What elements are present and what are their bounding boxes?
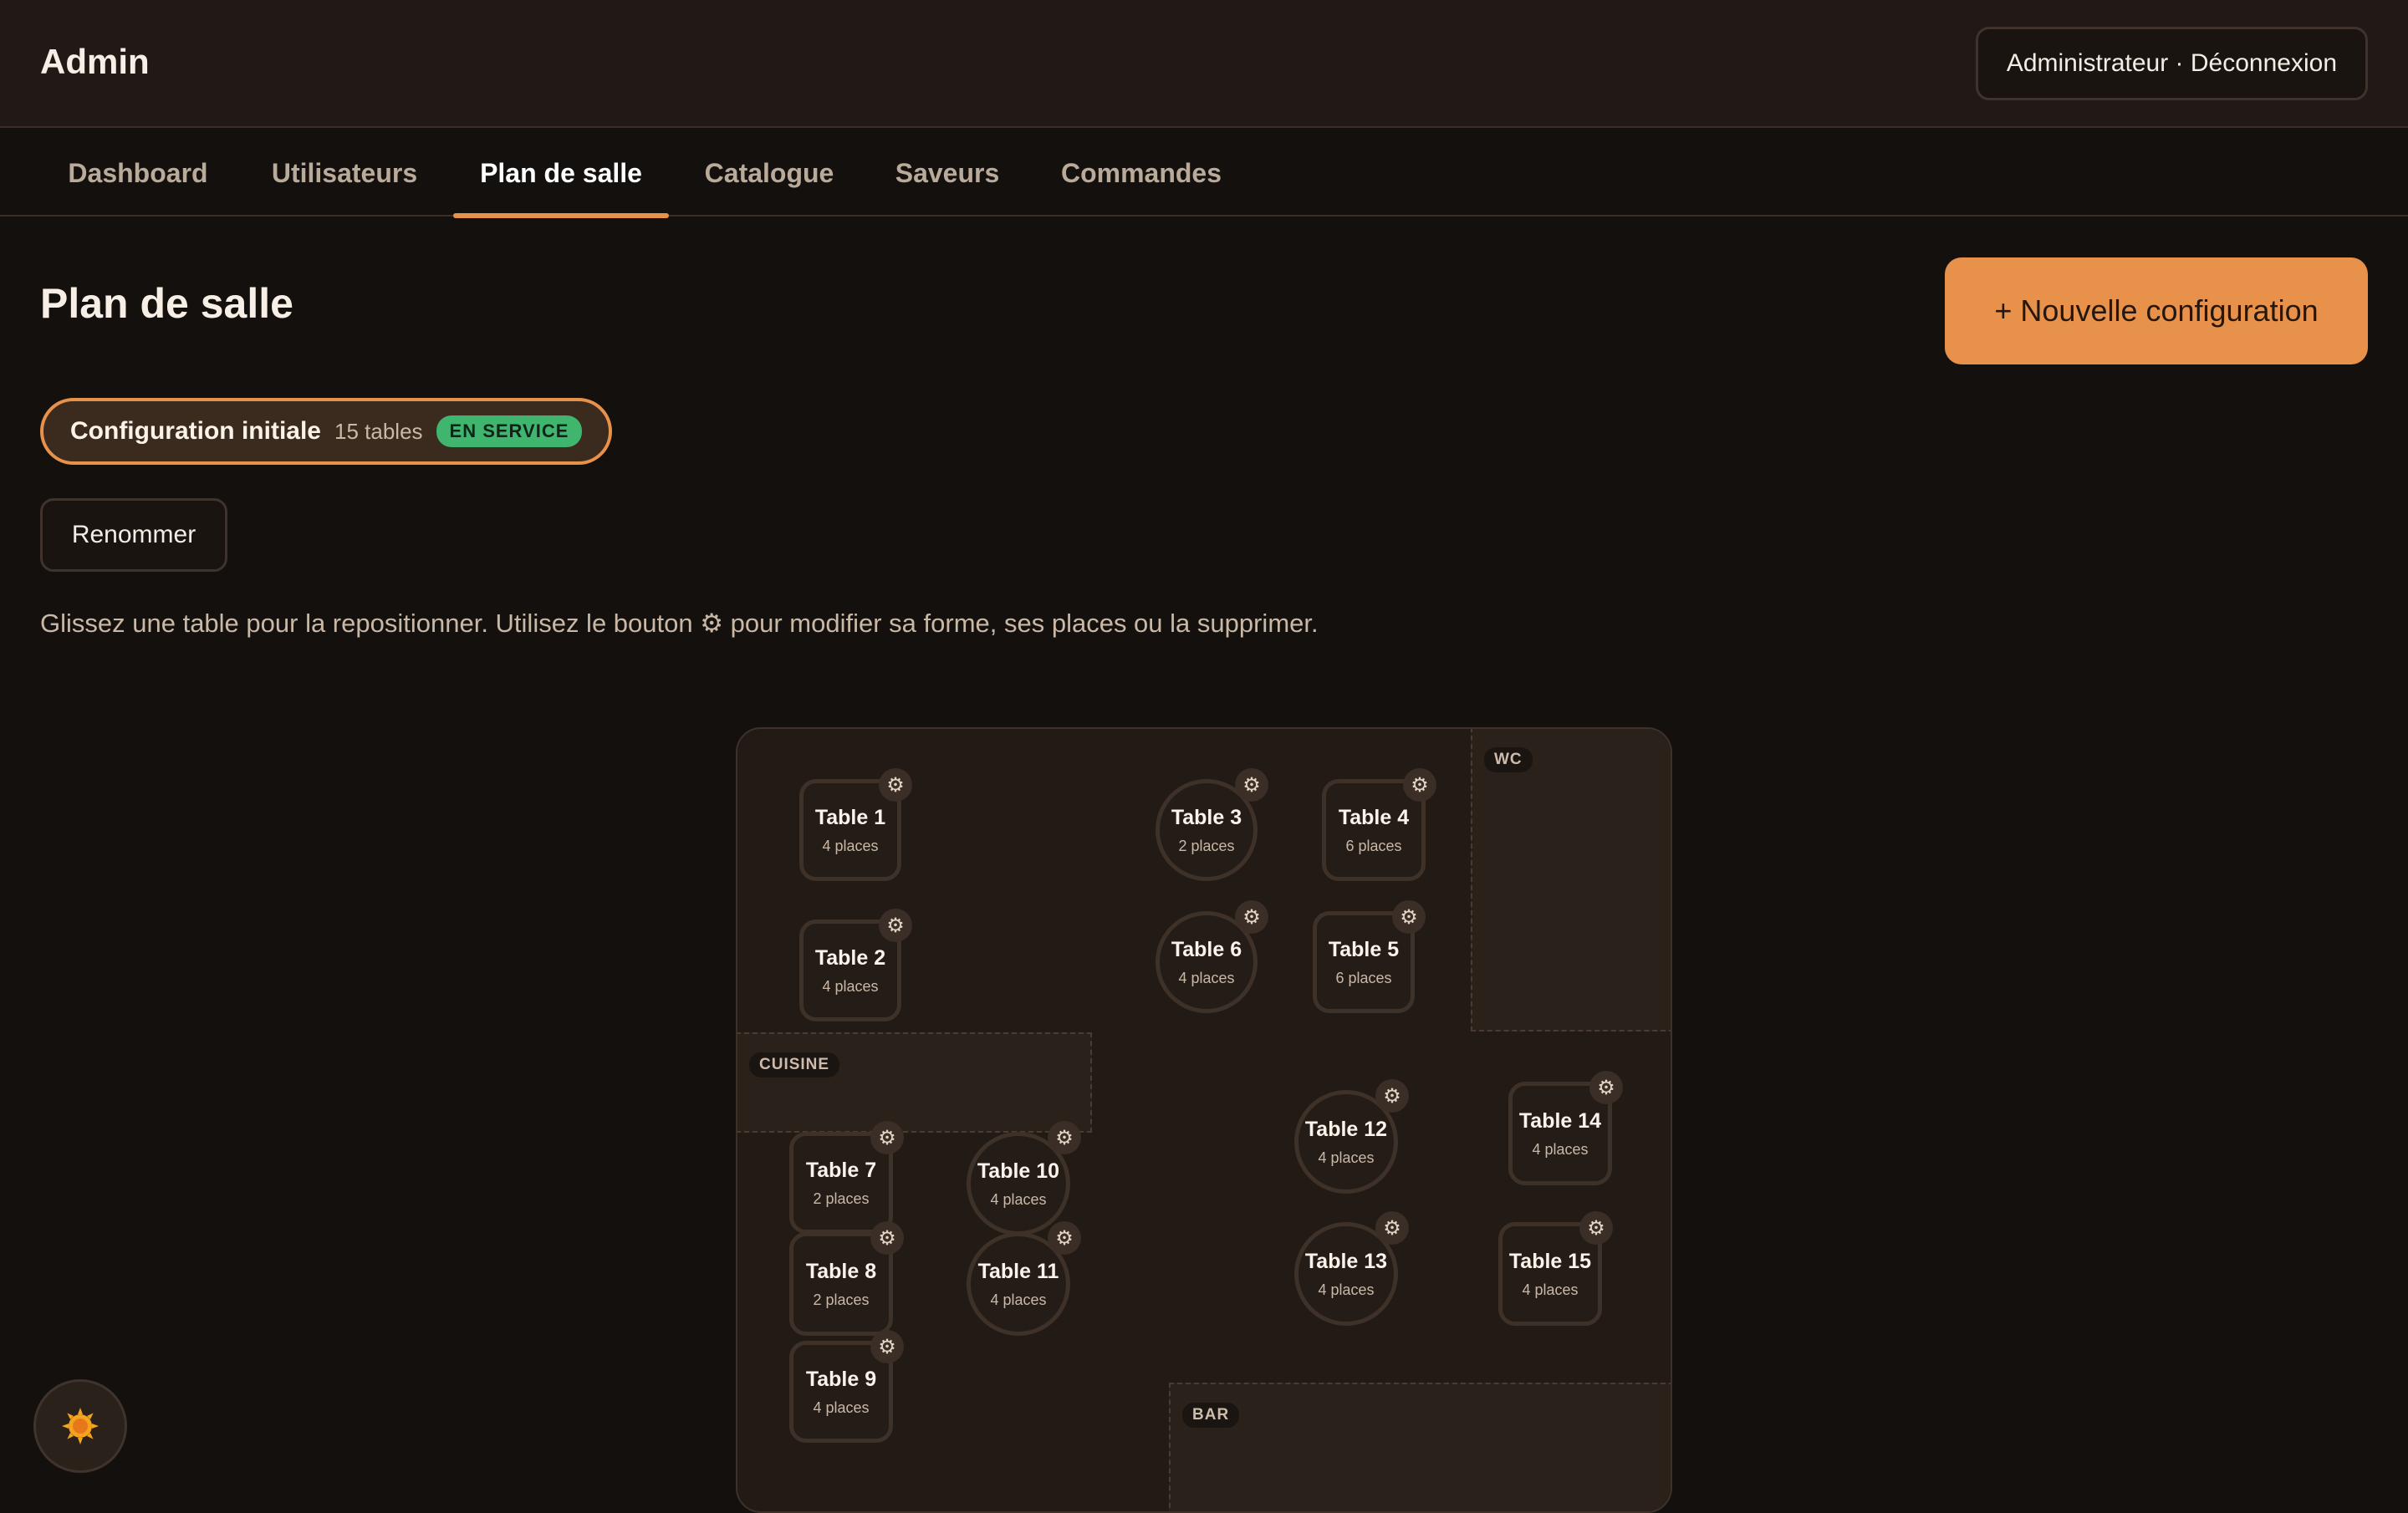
- table-seats: 4 places: [813, 1399, 870, 1416]
- table-3[interactable]: Table 3 2 places ⚙: [1156, 768, 1268, 881]
- table-seats: 4 places: [1318, 1281, 1375, 1298]
- floor-plan[interactable]: WC CUISINE BAR Table 1 4 places ⚙ Table …: [736, 727, 1672, 1513]
- tab-plan-de-salle[interactable]: Plan de salle: [453, 130, 669, 218]
- table-1[interactable]: Table 1 4 places ⚙: [799, 768, 912, 881]
- gear-icon[interactable]: ⚙: [1403, 768, 1436, 802]
- gear-icon[interactable]: ⚙: [1579, 1211, 1613, 1245]
- table-name: Table 8: [805, 1260, 877, 1283]
- gear-icon[interactable]: ⚙: [1048, 1221, 1081, 1255]
- tab-saveurs[interactable]: Saveurs: [878, 130, 1017, 217]
- table-name: Table 13: [1304, 1250, 1388, 1273]
- gear-icon[interactable]: ⚙: [1375, 1079, 1409, 1113]
- tab-commandes[interactable]: Commandes: [1045, 130, 1237, 217]
- zone-bar[interactable]: BAR: [1169, 1383, 1671, 1511]
- table-seats: 4 places: [990, 1191, 1047, 1208]
- table-seats: 4 places: [822, 978, 879, 995]
- gear-icon[interactable]: ⚙: [1375, 1211, 1409, 1245]
- gear-icon[interactable]: ⚙: [1392, 900, 1426, 934]
- table-seats: 4 places: [822, 838, 879, 854]
- table-name: Table 14: [1518, 1109, 1602, 1133]
- table-7[interactable]: Table 7 2 places ⚙: [789, 1121, 904, 1234]
- table-name: Table 6: [1171, 938, 1242, 961]
- table-5[interactable]: Table 5 6 places ⚙: [1313, 900, 1426, 1013]
- rename-button[interactable]: Renommer: [40, 498, 227, 572]
- tab-catalogue[interactable]: Catalogue: [692, 130, 846, 217]
- table-name: Table 9: [805, 1368, 877, 1391]
- zone-label: BAR: [1182, 1403, 1240, 1428]
- table-name: Table 5: [1328, 938, 1400, 961]
- table-name: Table 3: [1171, 806, 1242, 829]
- table-seats: 6 places: [1345, 838, 1402, 854]
- table-15[interactable]: Table 15 4 places ⚙: [1498, 1211, 1613, 1326]
- configuration-table-count: 15 tables: [334, 418, 423, 444]
- table-seats: 4 places: [1532, 1141, 1589, 1158]
- gear-icon[interactable]: ⚙: [879, 909, 912, 942]
- table-8[interactable]: Table 8 2 places ⚙: [789, 1221, 904, 1336]
- table-seats: 2 places: [1178, 838, 1235, 854]
- table-name: Table 10: [977, 1159, 1060, 1183]
- configuration-chip[interactable]: Configuration initiale 15 tables EN SERV…: [40, 398, 613, 465]
- table-9[interactable]: Table 9 4 places ⚙: [789, 1330, 904, 1443]
- gear-icon[interactable]: ⚙: [870, 1221, 904, 1255]
- gear-icon[interactable]: ⚙: [1048, 1121, 1081, 1154]
- table-seats: 6 places: [1335, 970, 1392, 986]
- gear-icon[interactable]: ⚙: [870, 1121, 904, 1154]
- table-seats: 4 places: [1318, 1149, 1375, 1166]
- zone-cuisine[interactable]: CUISINE: [737, 1032, 1092, 1133]
- table-name: Table 7: [805, 1159, 877, 1182]
- table-10[interactable]: Table 10 4 places ⚙: [967, 1121, 1081, 1235]
- configuration-name: Configuration initiale: [70, 417, 321, 445]
- gear-icon[interactable]: ⚙: [1589, 1071, 1623, 1104]
- table-name: Table 2: [814, 946, 886, 970]
- logout-button[interactable]: Administrateur · Déconnexion: [1975, 27, 2368, 100]
- help-text: Glissez une table pour la repositionner.…: [40, 609, 1319, 638]
- zone-label: WC: [1484, 747, 1533, 772]
- table-13[interactable]: Table 13 4 places ⚙: [1294, 1211, 1409, 1326]
- gear-icon[interactable]: ⚙: [1235, 900, 1268, 934]
- table-seats: 4 places: [1178, 970, 1235, 986]
- zone-label: CUISINE: [749, 1052, 840, 1077]
- main-nav: Dashboard Utilisateurs Plan de salle Cat…: [0, 130, 2408, 218]
- gear-icon[interactable]: ⚙: [1235, 768, 1268, 802]
- table-name: Table 12: [1304, 1118, 1388, 1141]
- sun-icon: [62, 1408, 99, 1444]
- table-seats: 4 places: [990, 1291, 1047, 1308]
- gear-icon[interactable]: ⚙: [870, 1330, 904, 1363]
- new-configuration-button[interactable]: + Nouvelle configuration: [1945, 257, 2368, 364]
- table-2[interactable]: Table 2 4 places ⚙: [799, 909, 912, 1021]
- table-name: Table 4: [1338, 806, 1410, 829]
- table-name: Table 11: [977, 1260, 1059, 1283]
- theme-toggle-button[interactable]: [33, 1379, 127, 1473]
- status-badge: EN SERVICE: [436, 415, 583, 447]
- table-name: Table 15: [1508, 1250, 1592, 1273]
- app-title: Admin: [40, 42, 150, 81]
- gear-icon[interactable]: ⚙: [879, 768, 912, 802]
- tab-dashboard[interactable]: Dashboard: [40, 130, 236, 217]
- tab-utilisateurs[interactable]: Utilisateurs: [259, 130, 430, 217]
- table-14[interactable]: Table 14 4 places ⚙: [1508, 1071, 1623, 1185]
- top-header: Admin Administrateur · Déconnexion: [0, 0, 2408, 128]
- table-seats: 4 places: [1522, 1281, 1579, 1298]
- zone-wc[interactable]: WC: [1471, 729, 1671, 1032]
- table-12[interactable]: Table 12 4 places ⚙: [1294, 1079, 1409, 1194]
- page-title: Plan de salle: [40, 280, 293, 327]
- table-11[interactable]: Table 11 4 places ⚙: [967, 1221, 1081, 1336]
- table-4[interactable]: Table 4 6 places ⚙: [1322, 768, 1436, 881]
- table-6[interactable]: Table 6 4 places ⚙: [1156, 900, 1268, 1013]
- table-seats: 2 places: [813, 1190, 870, 1207]
- table-name: Table 1: [814, 806, 886, 829]
- table-seats: 2 places: [813, 1291, 870, 1308]
